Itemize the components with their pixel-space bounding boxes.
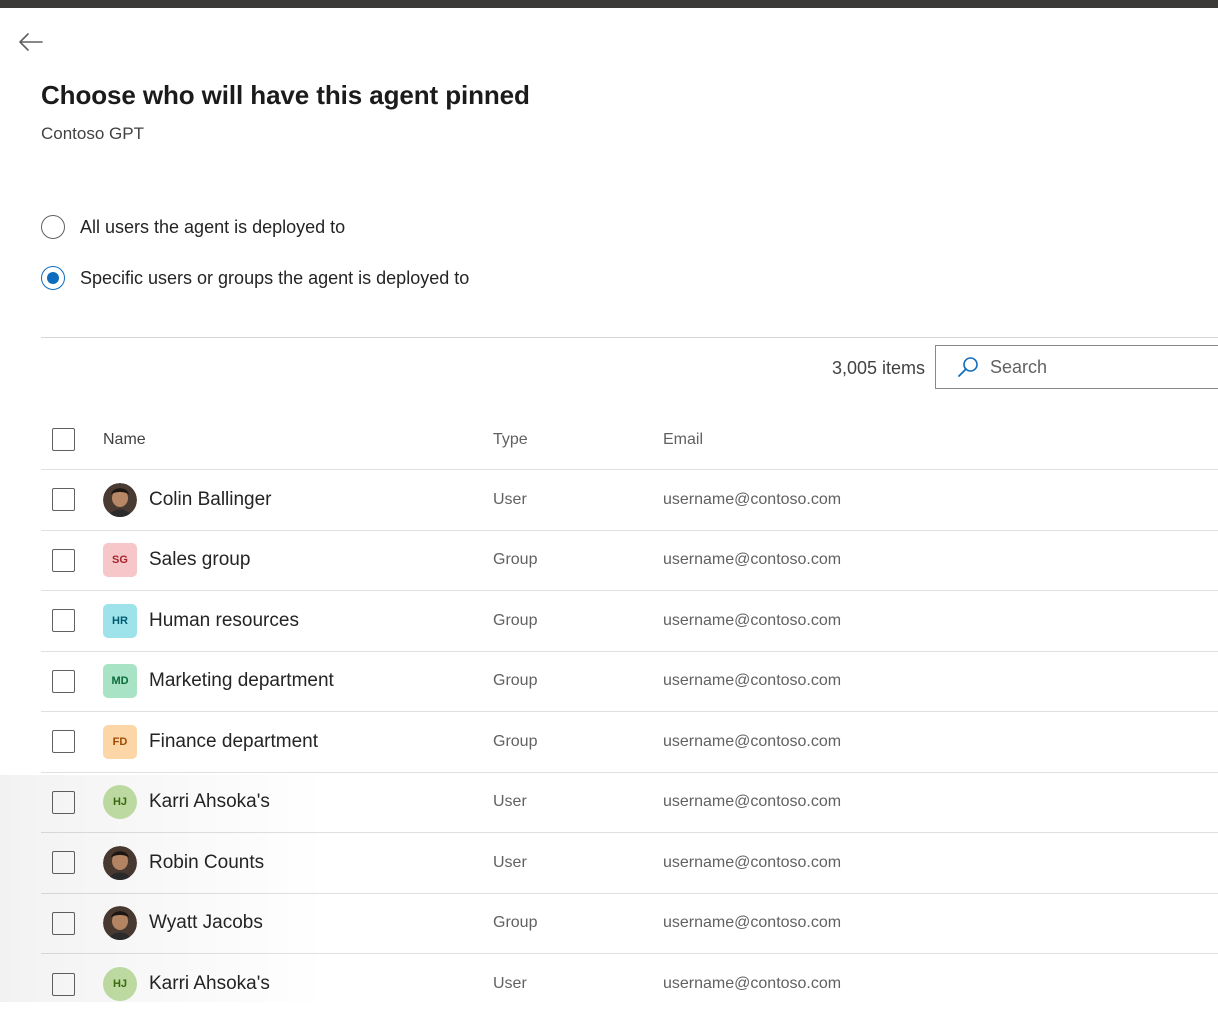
select-all-checkbox[interactable] [52,428,75,451]
member-email: username@contoso.com [663,914,842,932]
top-bar [0,0,1218,8]
table-row[interactable]: HJ Karri Ahsoka's User username@contoso.com [41,954,1218,1015]
page-title: Choose who will have this agent pinned [41,80,530,110]
row-checkbox[interactable] [52,911,75,935]
row-checkbox[interactable] [52,972,75,996]
radio-button[interactable] [41,215,65,239]
row-checkbox[interactable] [52,609,75,633]
table-row[interactable]: Colin Ballinger User username@contoso.com [41,470,1218,531]
avatar: HR [103,603,137,638]
member-email: username@contoso.com [663,611,842,629]
table-row[interactable]: Wyatt Jacobs Group username@contoso.com [41,894,1218,954]
back-button[interactable] [14,28,48,56]
row-checkbox[interactable] [52,851,75,875]
search-box[interactable] [935,345,1218,389]
column-header-name[interactable]: Name [103,431,146,449]
member-type: User [493,975,527,993]
member-name: Finance department [149,730,318,752]
member-name: Karri Ahsoka's [149,791,270,813]
table-row[interactable]: HJ Karri Ahsoka's User username@contoso.com [41,773,1218,833]
member-email: username@contoso.com [663,672,842,690]
table-body: Colin Ballinger User username@contoso.com S… [41,470,1218,1015]
member-email: username@contoso.com [663,975,842,993]
member-email: username@contoso.com [663,732,842,750]
member-name: Wyatt Jacobs [149,912,263,934]
member-type: User [493,490,527,508]
radio-all-users[interactable]: All users the agent is deployed to [41,215,345,239]
member-type: Group [493,672,538,690]
table-row[interactable]: FD Finance department Group username@contos… [41,712,1218,773]
member-email: username@contoso.com [663,551,842,569]
agent-name: Contoso GPT [41,124,144,143]
member-type: User [493,793,527,811]
radio-specific-users[interactable]: Specific users or groups the agent is de… [41,266,469,290]
member-name: Robin Counts [149,851,265,873]
avatar: MD [103,664,137,699]
member-type: User [493,853,527,871]
member-email: username@contoso.com [663,853,842,871]
item-count: 3,005 items [831,358,925,378]
row-checkbox[interactable] [52,488,75,512]
member-name: Sales group [149,549,251,571]
avatar: HJ [103,785,137,820]
search-input[interactable] [990,356,1190,378]
radio-selected-dot [47,272,59,284]
radio-label: All users the agent is deployed to [80,216,346,237]
avatar [103,906,137,941]
radio-button[interactable] [41,266,65,290]
search-icon [956,355,980,379]
table-row[interactable]: SG Sales group Group username@contoso.com [41,531,1218,591]
avatar [103,482,137,517]
member-type: Group [493,551,538,569]
row-checkbox[interactable] [52,548,75,572]
members-table: Name Type Email Colin Ballinger User usern… [41,410,1218,1015]
back-arrow-icon [19,33,43,51]
member-email: username@contoso.com [663,793,842,811]
member-type: Group [493,732,538,750]
table-header: Name Type Email [41,410,1218,470]
member-type: Group [493,611,538,629]
member-type: Group [493,914,538,932]
row-checkbox[interactable] [52,669,75,693]
avatar [103,845,137,880]
avatar: FD [103,724,137,759]
table-row[interactable]: MD Marketing department Group username@cont… [41,652,1218,712]
member-name: Human resources [149,609,299,631]
column-header-email[interactable]: Email [663,431,703,448]
avatar: SG [103,543,137,578]
member-email: username@contoso.com [663,490,842,508]
section-divider [41,337,1218,338]
row-checkbox[interactable] [52,730,75,754]
member-name: Colin Ballinger [149,488,272,510]
member-name: Karri Ahsoka's [149,973,270,995]
column-header-type[interactable]: Type [493,431,528,448]
table-row[interactable]: Robin Counts User username@contoso.com [41,833,1218,894]
member-name: Marketing department [149,670,334,692]
table-row[interactable]: HR Human resources Group username@contoso.c… [41,591,1218,652]
row-checkbox[interactable] [52,790,75,814]
radio-label: Specific users or groups the agent is de… [80,267,470,288]
avatar: HJ [103,967,137,1002]
